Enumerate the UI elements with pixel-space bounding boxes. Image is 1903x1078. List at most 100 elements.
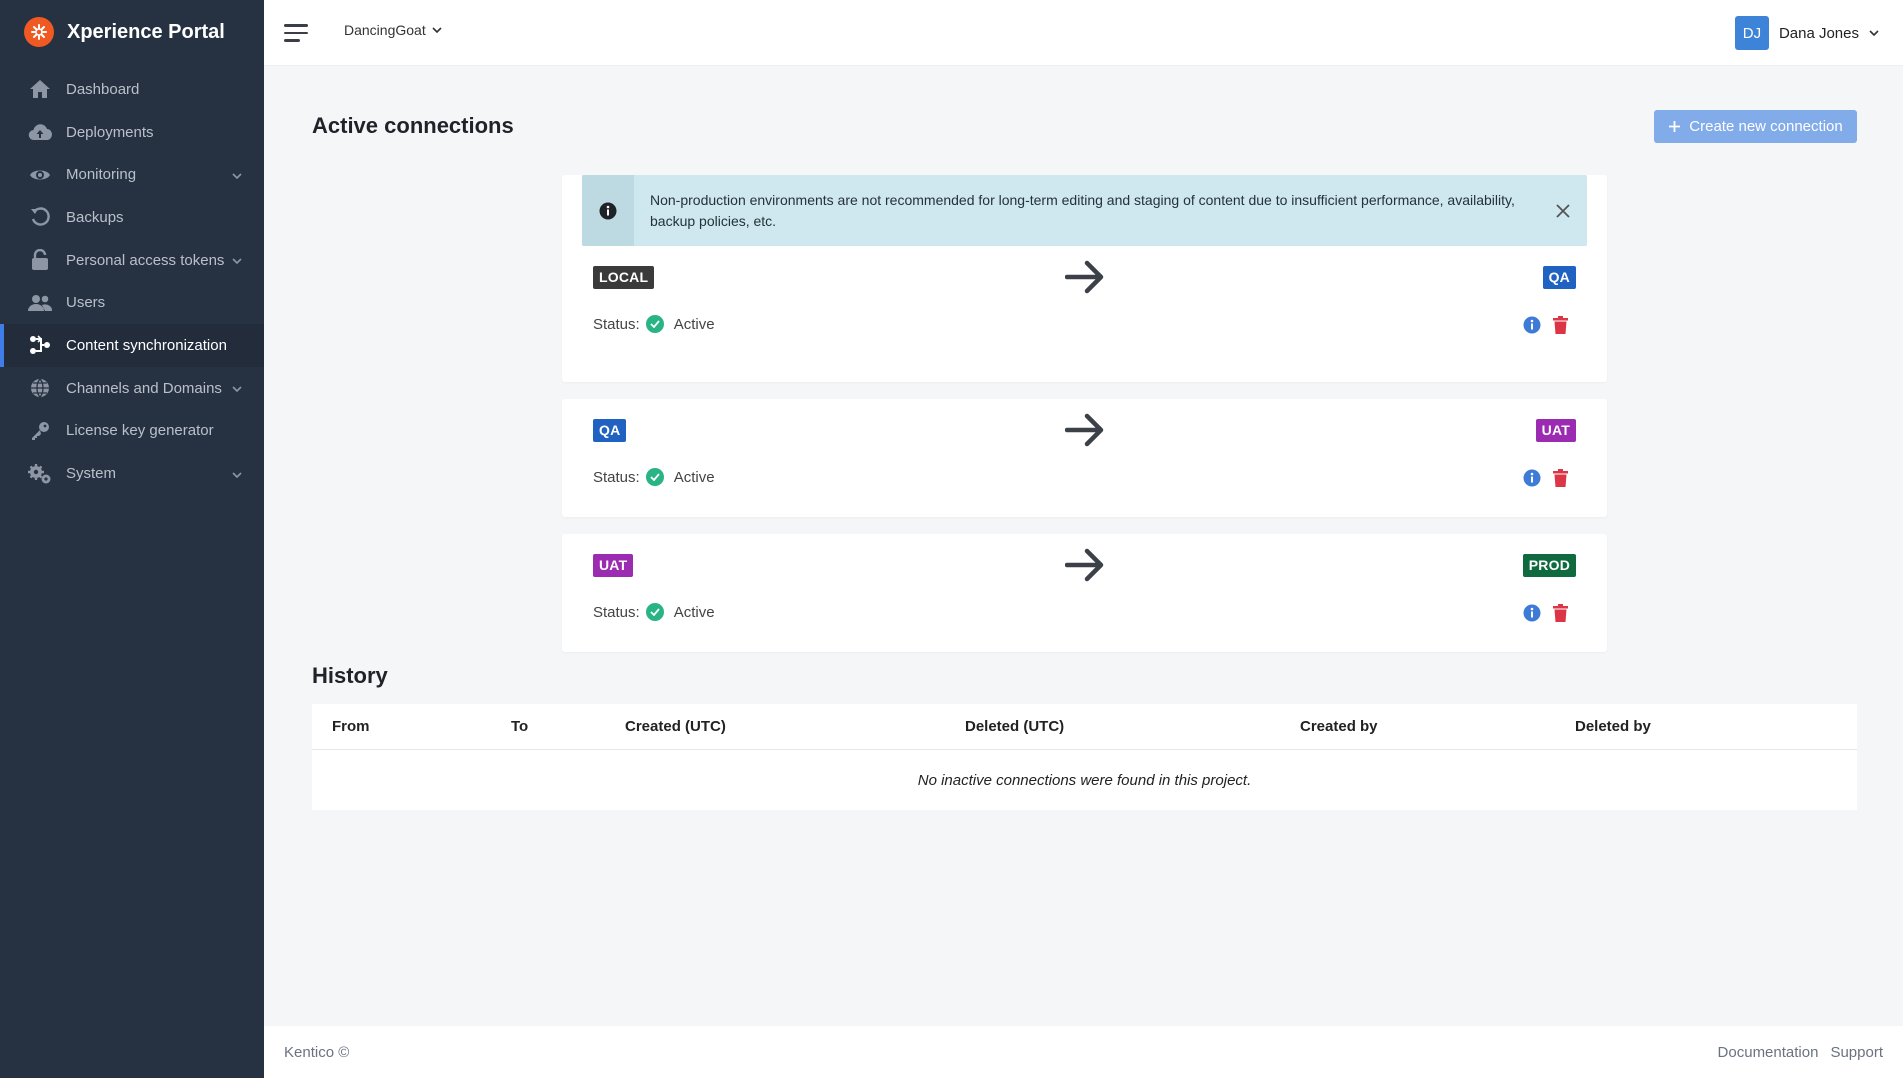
xperience-logo-icon xyxy=(24,17,54,47)
connection-actions xyxy=(1522,315,1570,334)
sidebar-item-label: Channels and Domains xyxy=(66,379,222,397)
connection-actions xyxy=(1522,603,1570,622)
source-environment-badge: LOCAL xyxy=(593,266,655,289)
sidebar-item-channels-and-domains[interactable]: Channels and Domains xyxy=(0,367,264,410)
sidebar-item-label: Backups xyxy=(66,208,124,226)
support-link[interactable]: Support xyxy=(1830,1044,1883,1061)
connection-status: Status: Active xyxy=(593,603,715,621)
sidebar-item-label: System xyxy=(66,465,117,483)
footer: Kentico © Documentation Support xyxy=(264,1026,1903,1078)
connection-row: LOCAL QA Status: Active xyxy=(562,246,1607,364)
sidebar-item-deployments[interactable]: Deployments xyxy=(0,111,264,154)
sidebar-item-backups[interactable]: Backups xyxy=(0,196,264,239)
column-header-deleted-by[interactable]: Deleted by xyxy=(1575,718,1651,735)
table-header: From To Created (UTC) Deleted (UTC) Crea… xyxy=(312,704,1857,750)
eye-icon xyxy=(28,163,52,187)
trash-icon[interactable] xyxy=(1551,468,1570,487)
home-icon xyxy=(28,77,52,101)
app-title: Xperience Portal xyxy=(67,20,225,43)
hamburger-menu-icon[interactable] xyxy=(284,18,316,48)
project-selector[interactable]: DancingGoat xyxy=(344,22,442,38)
sidebar-nav: Dashboard Deployments Monitoring Backups xyxy=(0,68,264,495)
info-alert: Non-production environments are not reco… xyxy=(582,175,1587,246)
info-icon[interactable] xyxy=(1522,315,1541,334)
sidebar: Xperience Portal Dashboard Deployments M… xyxy=(0,0,264,1078)
trash-icon[interactable] xyxy=(1551,315,1570,334)
sidebar-item-label: Personal access tokens xyxy=(66,251,225,269)
sidebar-item-personal-access-tokens[interactable]: Personal access tokens xyxy=(0,239,264,282)
sidebar-item-monitoring[interactable]: Monitoring xyxy=(0,153,264,196)
chevron-down-icon xyxy=(432,27,442,33)
users-icon xyxy=(28,291,52,315)
column-header-created-by[interactable]: Created by xyxy=(1300,718,1378,735)
connection-card: QA UAT Status: Active xyxy=(562,399,1607,517)
empty-message: No inactive connections were found in th… xyxy=(917,771,1252,789)
connection-actions xyxy=(1522,468,1570,487)
documentation-link[interactable]: Documentation xyxy=(1718,1044,1819,1061)
column-header-deleted[interactable]: Deleted (UTC) xyxy=(965,718,1064,735)
info-icon[interactable] xyxy=(1522,603,1541,622)
sidebar-item-label: Deployments xyxy=(66,123,154,141)
sidebar-item-users[interactable]: Users xyxy=(0,281,264,324)
key-icon xyxy=(28,419,52,443)
status-label: Status: xyxy=(593,603,640,621)
brand[interactable]: Xperience Portal xyxy=(0,0,264,64)
connection-card: UAT PROD Status: Active xyxy=(562,534,1607,652)
globe-icon xyxy=(28,376,52,400)
sidebar-item-label: Content synchronization xyxy=(66,336,227,354)
arrow-right-icon xyxy=(1064,260,1103,294)
arrow-right-icon xyxy=(1064,548,1103,582)
connection-row: QA UAT Status: Active xyxy=(562,399,1607,517)
column-header-to[interactable]: To xyxy=(511,718,528,735)
target-environment-badge: QA xyxy=(1542,266,1576,289)
source-environment-badge: QA xyxy=(593,419,627,442)
sync-icon xyxy=(28,333,52,357)
chevron-down-icon xyxy=(232,465,242,483)
history-icon xyxy=(28,205,52,229)
chevron-down-icon xyxy=(1869,30,1879,36)
target-environment-badge: PROD xyxy=(1522,554,1576,577)
connections-list: Non-production environments are not reco… xyxy=(562,155,1607,652)
chevron-down-icon xyxy=(232,166,242,184)
column-header-created[interactable]: Created (UTC) xyxy=(625,718,726,735)
create-new-connection-label: Create new connection xyxy=(1689,118,1843,135)
sidebar-item-content-synchronization[interactable]: Content synchronization xyxy=(0,324,264,367)
status-value: Active xyxy=(673,603,715,621)
close-icon[interactable] xyxy=(1551,199,1575,223)
sidebar-item-label: Dashboard xyxy=(66,80,140,98)
arrow-right-icon xyxy=(1064,413,1103,447)
lock-icon xyxy=(28,248,52,272)
user-menu[interactable]: DJ Dana Jones xyxy=(1734,16,1879,50)
status-label: Status: xyxy=(593,468,640,486)
column-header-from[interactable]: From xyxy=(332,718,370,735)
history-table: From To Created (UTC) Deleted (UTC) Crea… xyxy=(312,704,1857,810)
connection-row: UAT PROD Status: Active xyxy=(562,534,1607,652)
top-bar: DancingGoat DJ Dana Jones xyxy=(264,0,1903,66)
trash-icon[interactable] xyxy=(1551,603,1570,622)
user-name: Dana Jones xyxy=(1778,24,1859,42)
chevron-down-icon xyxy=(232,251,242,269)
avatar: DJ xyxy=(1734,16,1769,50)
sidebar-item-label: Monitoring xyxy=(66,166,137,184)
info-icon[interactable] xyxy=(1522,468,1541,487)
create-new-connection-button[interactable]: Create new connection xyxy=(1654,110,1857,143)
history-title: History xyxy=(312,663,388,688)
cogs-icon xyxy=(28,462,52,486)
sidebar-item-system[interactable]: System xyxy=(0,452,264,495)
sidebar-item-license-key-generator[interactable]: License key generator xyxy=(0,410,264,453)
sidebar-item-label: License key generator xyxy=(66,422,214,440)
info-circle-icon xyxy=(582,175,634,246)
check-circle-icon xyxy=(645,468,664,486)
alert-message: Non-production environments are not reco… xyxy=(650,191,1515,229)
chevron-down-icon xyxy=(232,379,242,397)
page-title: Active connections xyxy=(312,113,514,138)
plus-icon xyxy=(1669,121,1681,132)
cloud-upload-icon xyxy=(28,120,52,144)
status-label: Status: xyxy=(593,315,640,333)
main-content: Active connections Create new connection… xyxy=(264,66,1903,1026)
sidebar-item-dashboard[interactable]: Dashboard xyxy=(0,68,264,111)
check-circle-icon xyxy=(645,603,664,621)
check-circle-icon xyxy=(645,315,664,333)
footer-links: Documentation Support xyxy=(1718,1044,1883,1061)
target-environment-badge: UAT xyxy=(1535,419,1576,442)
